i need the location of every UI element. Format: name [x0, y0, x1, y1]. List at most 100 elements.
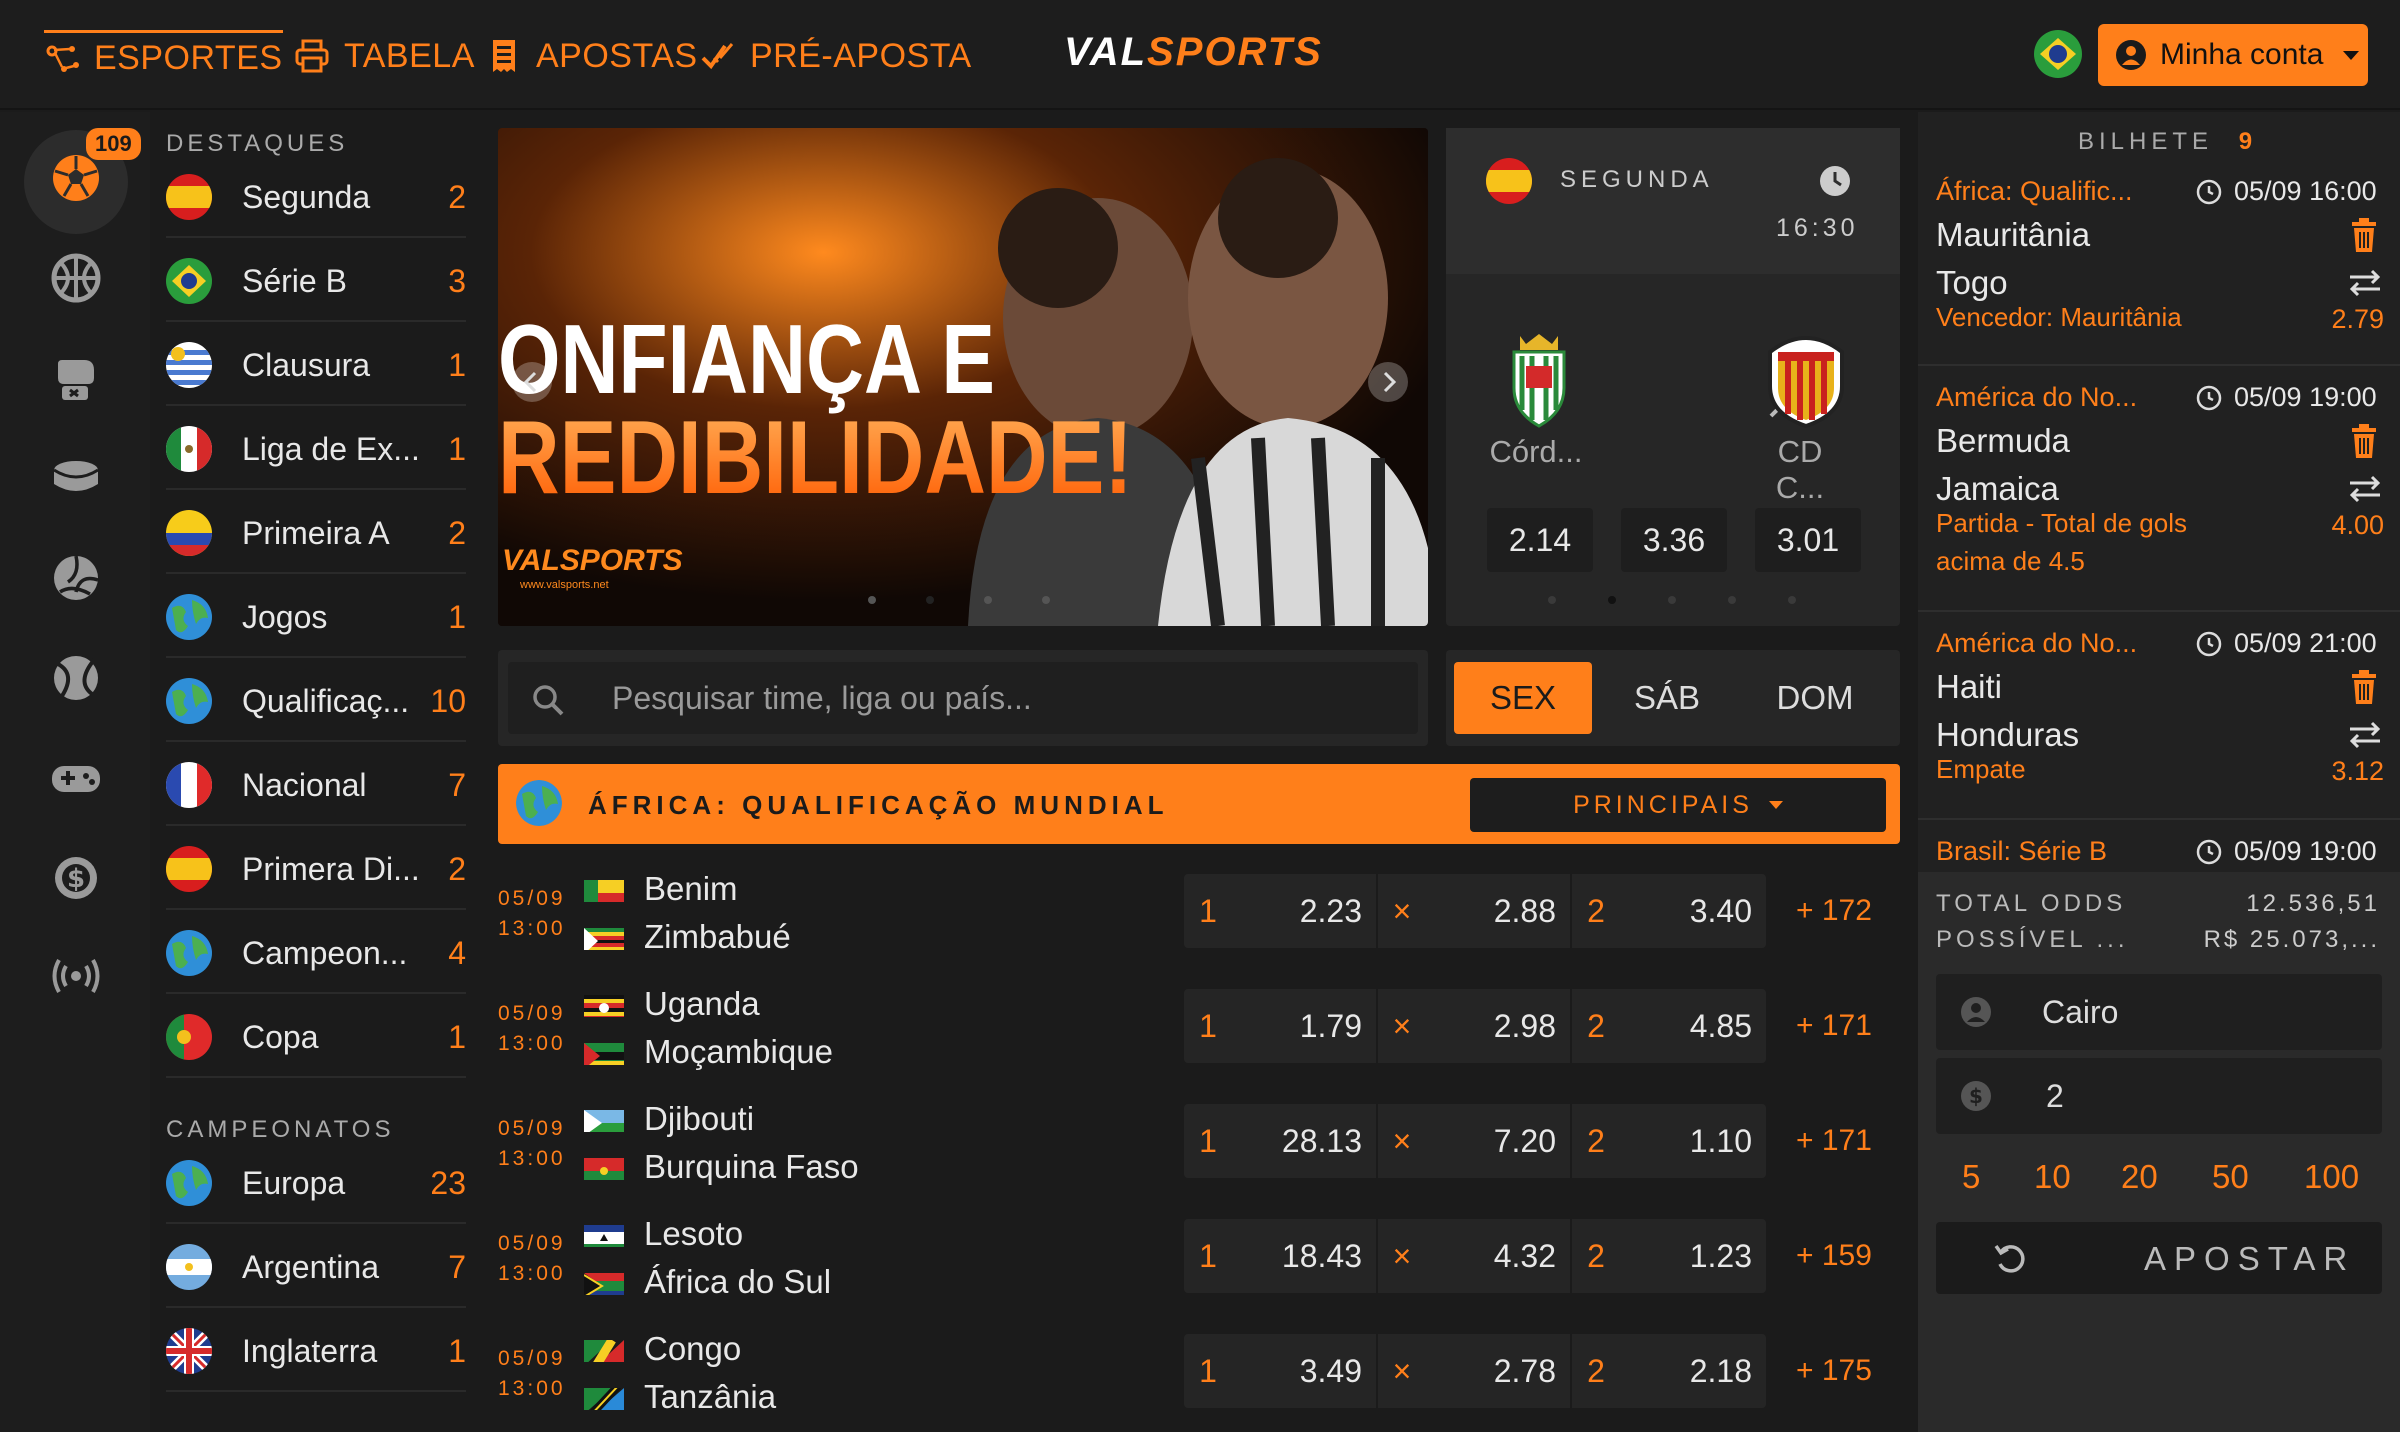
destaques-item[interactable]: Primeira A 2 — [166, 494, 466, 574]
nav-pre-aposta[interactable]: PRÉ-APOSTA — [700, 30, 972, 82]
swap-icon[interactable] — [2348, 474, 2382, 509]
odd-draw-label[interactable]: × — [1378, 1219, 1426, 1293]
odd-draw[interactable]: 2.88 — [1426, 874, 1572, 948]
odd-draw-label[interactable]: × — [1378, 989, 1426, 1063]
campeonatos-item[interactable]: Inglaterra 1 — [166, 1312, 466, 1392]
odd-draw-label[interactable]: × — [1378, 1104, 1426, 1178]
banner-pagination[interactable] — [868, 596, 1050, 604]
day-tab-dom[interactable]: DOM — [1746, 662, 1884, 734]
gamepad-icon[interactable] — [48, 750, 104, 806]
odd-away-label[interactable]: 2 — [1572, 1334, 1620, 1408]
quick-stake-5[interactable]: 5 — [1962, 1158, 1980, 1196]
destaques-item[interactable]: Primera Di... 2 — [166, 830, 466, 910]
odd-draw[interactable]: 2.78 — [1426, 1334, 1572, 1408]
featured-dot-active[interactable] — [1608, 596, 1616, 604]
odd-away-label[interactable]: 2 — [1572, 1104, 1620, 1178]
odd-draw[interactable]: 7.20 — [1426, 1104, 1572, 1178]
odd-home-label[interactable]: 1 — [1184, 874, 1232, 948]
day-tab-sex[interactable]: SEX — [1454, 662, 1592, 734]
campeonatos-item[interactable]: Europa 23 — [166, 1144, 466, 1224]
odd-away-label[interactable]: 2 — [1572, 874, 1620, 948]
odd-home-label[interactable]: 1 — [1184, 989, 1232, 1063]
odd-home-label[interactable]: 1 — [1184, 1219, 1232, 1293]
day-tab-sab[interactable]: SÁB — [1598, 662, 1736, 734]
odd-away[interactable]: 3.40 — [1620, 874, 1766, 948]
destaques-item[interactable]: Segunda 2 — [166, 158, 466, 238]
quick-stake-10[interactable]: 10 — [2034, 1158, 2071, 1196]
odd-away[interactable]: 1.23 — [1620, 1219, 1766, 1293]
destaques-item[interactable]: Clausura 1 — [166, 326, 466, 406]
odd-away-label[interactable]: 2 — [1572, 989, 1620, 1063]
banner-prev-arrow[interactable] — [512, 362, 552, 402]
nav-esportes[interactable]: ESPORTES — [44, 30, 283, 82]
live-broadcast-icon[interactable] — [48, 948, 104, 1004]
volleyball-icon[interactable] — [48, 550, 104, 606]
more-markets-link[interactable]: + 159 — [1796, 1239, 1872, 1273]
boxing-glove-icon[interactable] — [48, 350, 104, 406]
swap-icon[interactable] — [2348, 720, 2382, 755]
odd-draw[interactable]: 4.32 — [1426, 1219, 1572, 1293]
destaques-item[interactable]: Qualificaç... 10 — [166, 662, 466, 742]
destaques-item[interactable]: Série B 3 — [166, 242, 466, 322]
destaques-item[interactable]: Campeon... 4 — [166, 914, 466, 994]
banner-next-arrow[interactable] — [1368, 362, 1408, 402]
featured-pagination[interactable] — [1548, 596, 1796, 604]
odd-home[interactable]: 18.43 — [1232, 1219, 1378, 1293]
odd-away[interactable]: 2.18 — [1620, 1334, 1766, 1408]
odd-away-label[interactable]: 2 — [1572, 1219, 1620, 1293]
destaques-item[interactable]: Nacional 7 — [166, 746, 466, 826]
odd-home-label[interactable]: 1 — [1184, 1334, 1232, 1408]
destaques-item[interactable]: Liga de Ex... 1 — [166, 410, 466, 490]
destaques-item[interactable]: Jogos 1 — [166, 578, 466, 658]
trash-icon[interactable] — [2348, 218, 2380, 257]
featured-dot[interactable] — [1668, 596, 1676, 604]
banner-dot[interactable] — [984, 596, 992, 604]
odd-away[interactable]: 1.10 — [1620, 1104, 1766, 1178]
trash-icon[interactable] — [2348, 424, 2380, 463]
odd-draw-label[interactable]: × — [1378, 874, 1426, 948]
banner-dot[interactable] — [868, 596, 876, 604]
more-markets-link[interactable]: + 171 — [1796, 1124, 1872, 1158]
logo[interactable]: VALSPORTS — [1064, 30, 1323, 75]
odd-away[interactable]: 4.85 — [1620, 989, 1766, 1063]
more-markets-link[interactable]: + 171 — [1796, 1009, 1872, 1043]
bettor-name-field[interactable]: Cairo — [1936, 974, 2382, 1050]
featured-odd-draw[interactable]: 3.36 — [1621, 508, 1727, 572]
odd-home-label[interactable]: 1 — [1184, 1104, 1232, 1178]
banner-dot-active[interactable] — [926, 596, 934, 604]
odd-home[interactable]: 1.79 — [1232, 989, 1378, 1063]
odd-home[interactable]: 3.49 — [1232, 1334, 1378, 1408]
account-button[interactable]: Minha conta — [2098, 24, 2368, 86]
destaques-item[interactable]: Copa 1 — [166, 998, 466, 1078]
quick-stake-20[interactable]: 20 — [2121, 1158, 2158, 1196]
quick-stake-100[interactable]: 100 — [2304, 1158, 2359, 1196]
reset-icon[interactable] — [1992, 1240, 2030, 1278]
search-input[interactable] — [612, 672, 1402, 724]
featured-dot[interactable] — [1788, 596, 1796, 604]
campeonatos-item[interactable]: Argentina 7 — [166, 1228, 466, 1308]
tennis-ball-icon[interactable] — [48, 650, 104, 706]
promo-banner[interactable]: ONFIANÇA E REDIBILIDADE! VALSPORTS www.v… — [498, 128, 1428, 626]
odd-draw[interactable]: 2.98 — [1426, 989, 1572, 1063]
featured-dot[interactable] — [1728, 596, 1736, 604]
odd-home[interactable]: 2.23 — [1232, 874, 1378, 948]
nav-apostas[interactable]: APOSTAS — [486, 30, 698, 82]
dollar-gear-icon[interactable]: $ — [48, 850, 104, 906]
trash-icon[interactable] — [2348, 670, 2380, 709]
more-markets-link[interactable]: + 175 — [1796, 1354, 1872, 1388]
featured-dot[interactable] — [1548, 596, 1556, 604]
featured-odd-home[interactable]: 2.14 — [1487, 508, 1593, 572]
quick-stake-50[interactable]: 50 — [2212, 1158, 2249, 1196]
swap-icon[interactable] — [2348, 268, 2382, 303]
featured-odd-away[interactable]: 3.01 — [1755, 508, 1861, 572]
odd-draw-label[interactable]: × — [1378, 1334, 1426, 1408]
basketball-icon[interactable] — [48, 250, 104, 306]
nav-tabela[interactable]: TABELA — [294, 30, 475, 82]
banner-dot[interactable] — [1042, 596, 1050, 604]
market-select[interactable]: PRINCIPAIS — [1470, 778, 1886, 832]
odd-home[interactable]: 28.13 — [1232, 1104, 1378, 1178]
hockey-puck-icon[interactable] — [48, 450, 104, 506]
more-markets-link[interactable]: + 172 — [1796, 894, 1872, 928]
stake-field[interactable]: $ 2 — [1936, 1058, 2382, 1134]
language-flag-brazil[interactable] — [2034, 30, 2082, 78]
